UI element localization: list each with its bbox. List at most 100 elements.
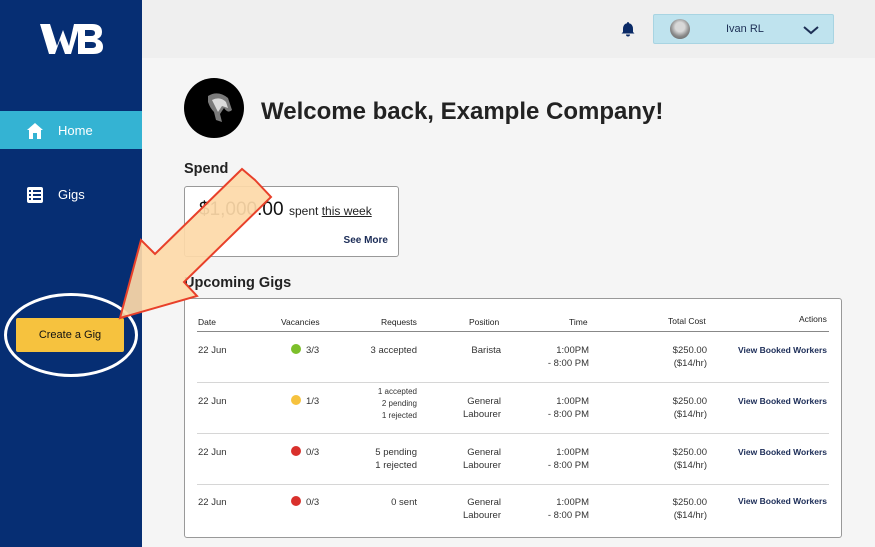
- request-line: 5 pending: [375, 447, 417, 458]
- table-row: 22 Jun 3/3 3 accepted Barista 1:00PM - 8:…: [197, 332, 829, 383]
- position-line: General: [467, 447, 501, 458]
- gig-position: General Labourer: [437, 395, 501, 421]
- gig-vacancies: 3/3: [291, 344, 319, 357]
- view-booked-workers-link[interactable]: View Booked Workers: [738, 345, 827, 355]
- gig-date: 22 Jun: [198, 396, 227, 407]
- gig-requests: 5 pending 1 rejected: [347, 446, 417, 472]
- table-row: 22 Jun 0/3 5 pending 1 rejected General La…: [197, 434, 829, 485]
- gig-cost: $250.00 ($14/hr): [637, 496, 707, 522]
- sidebar-item-gigs[interactable]: Gigs: [0, 175, 142, 213]
- time-end: - 8:00 PM: [547, 460, 589, 471]
- chevron-down-icon: [803, 26, 819, 35]
- gig-cost: $250.00 ($14/hr): [637, 344, 707, 370]
- request-line: 0 sent: [391, 497, 417, 508]
- position-line: Labourer: [462, 460, 501, 471]
- spend-period-link[interactable]: this week: [322, 204, 372, 218]
- spend-period: spent this week: [289, 204, 372, 218]
- create-gig-button[interactable]: Create a Gig: [16, 318, 124, 352]
- status-dot-icon: [291, 395, 301, 405]
- view-booked-workers-link[interactable]: View Booked Workers: [738, 396, 827, 406]
- gig-vacancies: 0/3: [291, 446, 319, 459]
- time-start: 1:00PM: [556, 396, 589, 407]
- upcoming-gigs-table: Date Vacancies Requests Position Time To…: [184, 298, 842, 538]
- gig-vacancies: 0/3: [291, 496, 319, 509]
- cost-total: $250.00: [672, 396, 707, 407]
- welcome-heading: Welcome back, Example Company!: [261, 98, 664, 125]
- column-header-time: Time: [569, 317, 588, 327]
- time-start: 1:00PM: [556, 345, 589, 356]
- company-avatar: [184, 78, 244, 138]
- sidebar-item-home[interactable]: Home: [0, 111, 142, 149]
- view-booked-workers-link[interactable]: View Booked Workers: [738, 447, 827, 457]
- vacancies-value: 0/3: [306, 497, 320, 508]
- list-icon: [27, 187, 43, 203]
- column-header-date: Date: [198, 317, 216, 327]
- gig-time: 1:00PM - 8:00 PM: [527, 446, 589, 472]
- cost-rate: ($14/hr): [673, 358, 707, 369]
- gig-requests: 0 sent: [347, 496, 417, 509]
- wb-logo[interactable]: [38, 20, 104, 58]
- spend-amount: $1,000.00: [199, 199, 284, 220]
- home-icon: [27, 123, 43, 139]
- horse-logo-icon: [208, 93, 232, 122]
- time-end: - 8:00 PM: [547, 409, 589, 420]
- status-dot-icon: [291, 446, 301, 456]
- gig-requests: 3 accepted: [347, 344, 417, 357]
- gig-time: 1:00PM - 8:00 PM: [527, 395, 589, 421]
- table-row: 22 Jun 0/3 0 sent General Labourer 1:00PM…: [197, 485, 829, 536]
- sidebar-item-label: Gigs: [58, 186, 85, 202]
- time-end: - 8:00 PM: [547, 510, 589, 521]
- position-line: General: [467, 396, 501, 407]
- request-line: 1 accepted: [377, 387, 417, 396]
- bell-icon[interactable]: [620, 21, 636, 37]
- gig-time: 1:00PM - 8:00 PM: [527, 344, 589, 370]
- table-row: 22 Jun 1/3 1 accepted 2 pending 1 rejected…: [197, 383, 829, 434]
- position-line: Labourer: [462, 409, 501, 420]
- user-avatar: [670, 19, 690, 39]
- request-line: 2 pending: [381, 399, 417, 408]
- time-start: 1:00PM: [556, 497, 589, 508]
- spend-text-prefix: spent: [289, 204, 319, 218]
- cost-total: $250.00: [672, 447, 707, 458]
- gig-vacancies: 1/3: [291, 395, 319, 408]
- table-header: Date Vacancies Requests Position Time To…: [197, 299, 829, 332]
- column-header-position: Position: [469, 317, 500, 327]
- gig-cost: $250.00 ($14/hr): [637, 446, 707, 472]
- vacancies-value: 1/3: [306, 396, 320, 407]
- time-start: 1:00PM: [556, 447, 589, 458]
- spend-title: Spend: [184, 161, 229, 177]
- time-end: - 8:00 PM: [547, 358, 589, 369]
- user-menu-button[interactable]: Ivan RL: [653, 14, 834, 44]
- gig-date: 22 Jun: [198, 345, 227, 356]
- upcoming-gigs-title: Upcoming Gigs: [184, 275, 292, 291]
- cost-rate: ($14/hr): [673, 510, 707, 521]
- spend-card: $1,000.00 spent this week See More: [184, 186, 399, 257]
- request-line: 1 rejected: [375, 460, 417, 471]
- position-line: Barista: [471, 345, 501, 356]
- see-more-link[interactable]: See More: [344, 235, 388, 246]
- cost-total: $250.00: [672, 345, 707, 356]
- gig-cost: $250.00 ($14/hr): [637, 395, 707, 421]
- gig-position: General Labourer: [437, 496, 501, 522]
- column-header-requests: Requests: [381, 317, 417, 327]
- gig-position: General Labourer: [437, 446, 501, 472]
- status-dot-icon: [291, 496, 301, 506]
- request-line: 1 rejected: [381, 411, 417, 420]
- sidebar: Home Gigs Create a Gig: [0, 0, 142, 547]
- gig-requests: 1 accepted 2 pending 1 rejected: [347, 386, 417, 422]
- cost-rate: ($14/hr): [673, 409, 707, 420]
- position-line: Labourer: [462, 510, 501, 521]
- sidebar-item-label: Home: [58, 122, 93, 138]
- column-header-total-cost: Total Cost: [668, 316, 706, 326]
- cost-total: $250.00: [672, 497, 707, 508]
- gig-time: 1:00PM - 8:00 PM: [527, 496, 589, 522]
- column-header-actions: Actions: [799, 314, 827, 324]
- vacancies-value: 0/3: [306, 447, 320, 458]
- user-name: Ivan RL: [726, 23, 764, 35]
- cost-rate: ($14/hr): [673, 460, 707, 471]
- gig-position: Barista: [437, 344, 501, 357]
- vacancies-value: 3/3: [306, 345, 320, 356]
- view-booked-workers-link[interactable]: View Booked Workers: [738, 496, 827, 506]
- request-line: 3 accepted: [370, 345, 417, 356]
- status-dot-icon: [291, 344, 301, 354]
